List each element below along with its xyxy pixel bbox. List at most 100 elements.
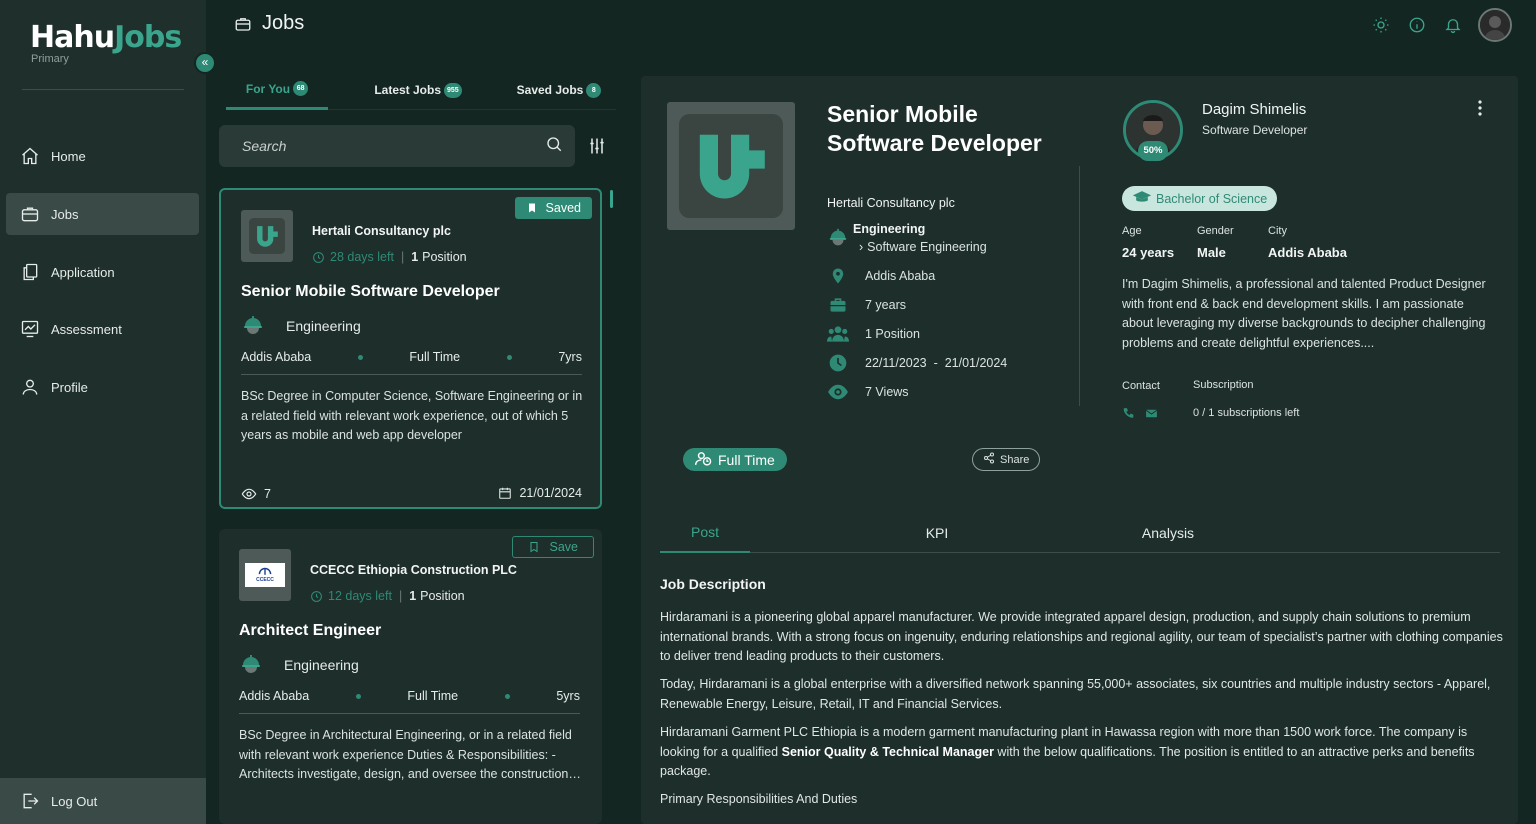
ccecc-logo-text: CCECC [256, 577, 274, 583]
clock-icon [311, 590, 322, 602]
more-options-icon[interactable] [1477, 100, 1483, 116]
employment-type-badge[interactable]: Full Time [683, 448, 787, 471]
vertical-divider [1079, 166, 1080, 406]
sidebar-item-profile[interactable]: Profile [6, 366, 199, 408]
job-title[interactable]: Architect Engineer [239, 622, 381, 640]
briefcase-icon [827, 294, 849, 316]
profile-name: Dagim Shimelis [1202, 101, 1307, 118]
sidebar-item-label: Home [51, 148, 86, 164]
detail-category-label: Engineering [853, 222, 926, 236]
tab-count-badge: 8 [586, 82, 602, 98]
share-label: Share [1000, 453, 1030, 466]
briefcase-icon [234, 15, 252, 33]
logout-icon [20, 791, 40, 811]
tab-count-badge: 955 [444, 82, 462, 98]
sidebar-item-application[interactable]: Application [6, 251, 199, 293]
job-description-paragraph: Hirdaramani is a pioneering global appar… [660, 610, 1503, 663]
sidebar-item-assessment[interactable]: Assessment [6, 308, 199, 350]
save-button[interactable]: Save [511, 536, 594, 558]
subscription-label: Subscription [1193, 379, 1254, 391]
logout-button[interactable]: Log Out [0, 778, 206, 824]
job-type: Full Time [409, 350, 461, 364]
job-title[interactable]: Senior Mobile Software Developer [241, 283, 500, 301]
documents-icon [20, 262, 40, 282]
company-logo [241, 210, 293, 262]
filter-icon[interactable] [587, 136, 607, 156]
double-chevron-left-icon: « [201, 55, 209, 69]
email-icon[interactable] [1145, 407, 1159, 421]
age-value: 24 years [1122, 245, 1175, 260]
job-description-paragraph: Today, Hirdaramani is a global enterpris… [660, 677, 1491, 711]
clock-icon [313, 251, 324, 263]
search-input[interactable] [242, 138, 545, 154]
profile-role: Software Developer [1202, 123, 1308, 137]
tab-label: Latest Jobs [374, 83, 441, 97]
detail-experience: 7 years [827, 294, 906, 316]
saved-button[interactable]: Saved [514, 197, 592, 219]
chart-icon [20, 319, 40, 339]
search-icon[interactable] [545, 135, 563, 158]
clock-icon [827, 352, 849, 374]
sidebar-item-home[interactable]: Home [6, 135, 199, 177]
job-description-paragraph: Primary Responsibilities And Duties [660, 792, 858, 806]
brand-logo[interactable]: HahuJobs [30, 20, 182, 55]
logout-label: Log Out [51, 793, 98, 809]
tab-analysis[interactable]: Analysis [1118, 512, 1218, 553]
detail-location: Addis Ababa [827, 265, 935, 287]
save-label: Save [549, 540, 579, 554]
dot-separator [504, 693, 510, 699]
city-label: City [1268, 225, 1287, 237]
job-category: Engineering [241, 314, 361, 338]
sidebar-item-jobs[interactable]: Jobs [6, 193, 199, 235]
detail-company: Hertali Consultancy plc [827, 196, 955, 210]
briefcase-icon [20, 204, 40, 224]
separator: | [398, 589, 403, 603]
phone-icon[interactable] [1122, 407, 1136, 421]
tab-post[interactable]: Post [660, 512, 750, 553]
engineer-icon [239, 653, 263, 677]
bell-icon[interactable] [1442, 14, 1464, 36]
list-scrollbar[interactable] [610, 190, 613, 208]
positions-label: Position [420, 589, 465, 603]
theme-toggle-icon[interactable] [1370, 14, 1392, 36]
job-tabs: For You 68 Latest Jobs 955 Saved Jobs 8 [226, 70, 616, 110]
positions-label: Position [422, 250, 467, 264]
user-avatar[interactable] [1478, 8, 1512, 42]
bookmark-filled-icon [526, 202, 538, 214]
profile-completion-badge: 50% [1138, 141, 1168, 161]
date-value: 21/01/2024 [519, 486, 582, 500]
deadline: 12 days left [310, 589, 392, 603]
ccecc-logo: CCECC [245, 563, 285, 587]
info-icon[interactable] [1406, 14, 1428, 36]
gender-value: Male [1197, 245, 1226, 260]
contact-label: Contact [1122, 380, 1160, 392]
location-pin-icon [827, 265, 849, 287]
dot-separator [506, 354, 512, 360]
tab-latest-jobs[interactable]: Latest Jobs 955 [366, 70, 470, 110]
job-card[interactable]: Saved Hertali Consultancy plc 28 days le… [219, 188, 602, 509]
job-location: Addis Ababa [241, 350, 312, 364]
share-button[interactable]: Share [972, 448, 1041, 471]
calendar-icon [499, 487, 512, 499]
card-divider [241, 374, 582, 375]
bookmark-icon [528, 541, 540, 553]
tab-saved-jobs[interactable]: Saved Jobs 8 [512, 70, 606, 110]
days-left: 12 days left [328, 589, 392, 603]
detail-location-value: Addis Ababa [865, 269, 936, 283]
detail-subcategory: Software Engineering [867, 240, 987, 254]
detail-dates: 22/11/2023 - 21/01/2024 [827, 352, 1007, 374]
tab-for-you[interactable]: For You 68 [226, 70, 328, 110]
job-card[interactable]: CCECC Save CCECC Ethiopia Construction P… [219, 529, 602, 824]
detail-experience-value: 7 years [865, 298, 906, 312]
job-experience: 5yrs [556, 689, 580, 703]
page-title-text: Jobs [262, 12, 305, 34]
detail-views: 7 Views [827, 381, 909, 403]
job-location: Addis Ababa [239, 689, 310, 703]
collapse-sidebar-button[interactable]: « [194, 52, 216, 74]
search-bar [219, 125, 575, 167]
employment-type-label: Full Time [718, 451, 775, 468]
engineer-icon [827, 227, 849, 249]
share-icon [983, 452, 995, 467]
graduation-cap-icon [1132, 190, 1152, 207]
tab-kpi[interactable]: KPI [892, 512, 982, 553]
